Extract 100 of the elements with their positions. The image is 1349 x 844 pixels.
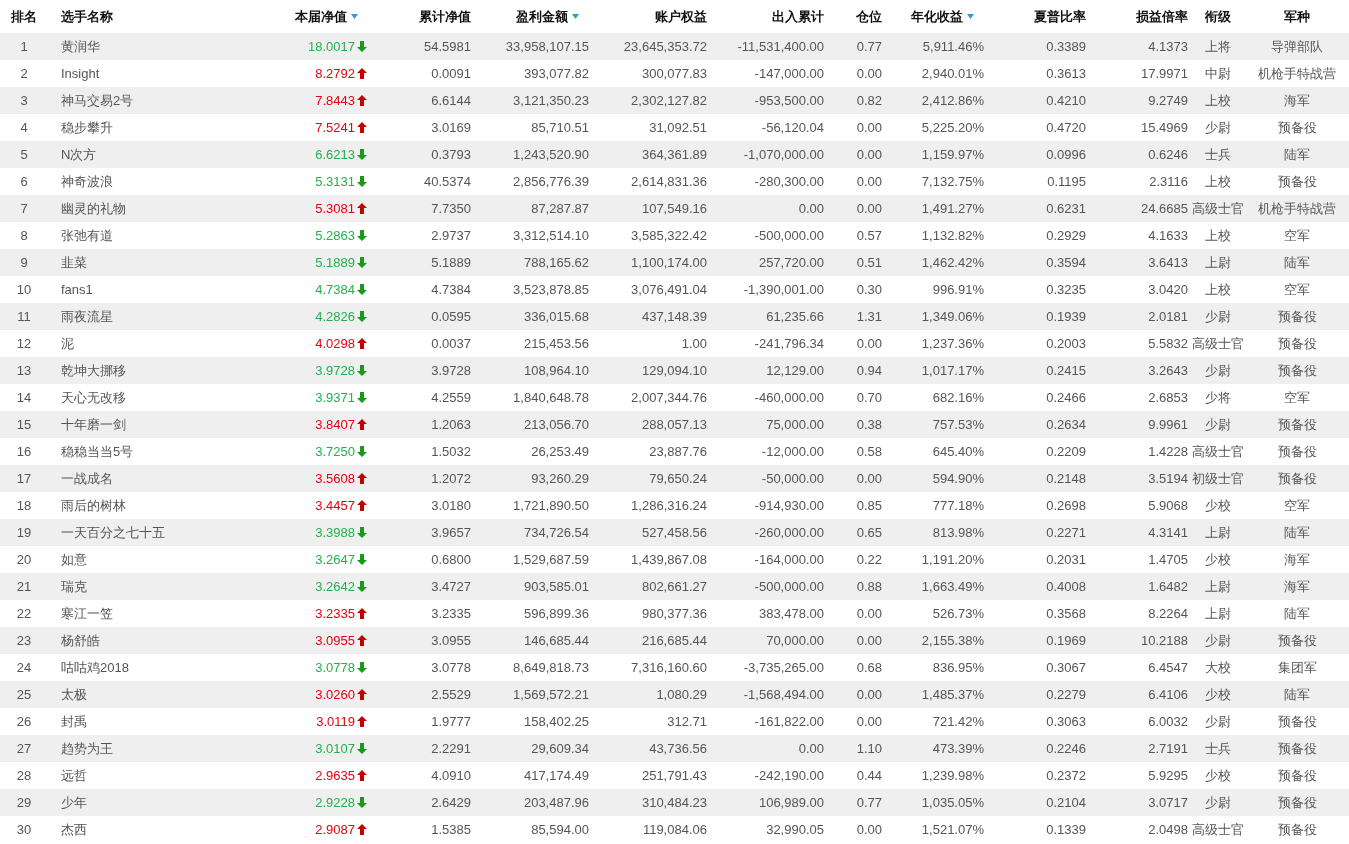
table-cell-text: 上校 [1204,91,1231,110]
column-header[interactable]: 本届净值 [295,6,347,27]
table-cell-text: -12,000.00 [761,442,824,461]
table-cell-text: 4.0910 [431,766,471,785]
table-cell-text: 215,453.56 [523,334,589,353]
table-cell-text: 5.3131 [315,172,355,191]
table-cell-text: 预备役 [1277,766,1317,785]
table-cell-text: 1,286,316.24 [631,496,707,515]
table-cell-text: -50,000.00 [761,469,824,488]
table-cell-text: 26,253.49 [531,442,589,461]
column-header: 累计净值 [419,7,471,26]
table-cell-text: 2.9228 [315,793,355,812]
table-cell-text: 903,585.01 [523,577,589,596]
table-cell-text: 383,478.00 [758,604,824,623]
table-cell-text: 0.00 [856,145,882,164]
table-cell-text: 594.90% [932,469,984,488]
sort-triangle-icon[interactable] [351,14,358,19]
table-cell-text: 2.0181 [1148,307,1188,326]
table-cell-text: 5.3081 [315,199,355,218]
table-cell-text: 3.0955 [315,631,355,650]
table-cell-text: 3,523,878.85 [513,280,589,299]
table-cell-text: 雨后的树林 [61,496,126,515]
up-arrow-icon [356,634,368,647]
table-cell-text: 7.7350 [431,199,471,218]
table-cell-text: 2.3116 [1149,172,1188,191]
table-cell-text: 0.88 [856,577,882,596]
table-cell-text: 预备役 [1277,712,1317,731]
table-cell-text: 0.1939 [1046,307,1086,326]
table-cell-text: 3.5608 [315,469,355,488]
table-cell-text: -280,300.00 [754,172,824,191]
table-cell-text: 28 [16,766,32,785]
table-cell-text: 0.6246 [1148,145,1188,164]
table-cell-text: 2.6429 [431,793,471,812]
down-arrow-icon [356,310,368,323]
table-cell-text: 导弹部队 [1271,37,1323,56]
table-cell-text: 1.9777 [431,712,471,731]
table-cell-text: 0.00 [856,469,882,488]
table-cell-text: 3.0260 [315,685,355,704]
column-header[interactable]: 年化收益 [911,6,963,27]
table-cell-text: 一战成名 [61,469,113,488]
table-cell-text: 8.2264 [1148,604,1188,623]
down-arrow-icon [356,445,368,458]
table-cell-text: 54.5981 [424,37,471,56]
table-cell-text: 813.98% [932,523,984,542]
table-cell-text: 如意 [61,550,87,569]
table-cell-text: 上尉 [1204,523,1231,542]
table-cell-text: 288,057.13 [641,415,707,434]
table-cell-text: 0.0037 [431,334,471,353]
table-cell-text: 乾坤大挪移 [61,361,126,380]
table-cell-text: 高级士官 [1191,820,1244,839]
table-cell-text: 336,015.68 [523,307,589,326]
table-cell-text: 远哲 [61,766,87,785]
table-cell-text: 61,235.66 [766,307,824,326]
table-cell-text: fans1 [61,280,93,299]
table-cell-text: 陆军 [1284,253,1310,272]
table-cell-text: 少尉 [1204,793,1231,812]
table-cell-text: 3.0180 [431,496,471,515]
table-cell-text: 75,000.00 [766,415,824,434]
table-cell-text: 雨夜流星 [61,307,113,326]
table-cell-text: 9.2749 [1148,91,1188,110]
table-cell-text: 1,439,867.08 [631,550,707,569]
table-cell-text: 0.94 [856,361,882,380]
table-cell-text: 13 [16,361,32,380]
table-cell-text: 0.00 [856,172,882,191]
table-cell-text: 少尉 [1204,631,1231,650]
table-cell-text: -500,000.00 [754,226,824,245]
column-header: 军种 [1284,7,1310,26]
table-cell-text: 7,132.75% [921,172,984,191]
sort-triangle-icon[interactable] [967,14,974,19]
table-cell-text: 0.82 [856,91,882,110]
table-cell-text: 777.18% [932,496,984,515]
table-cell-text: 437,148.39 [641,307,707,326]
table-cell-text: 7 [20,199,28,218]
table-cell-text: -56,120.04 [761,118,824,137]
table-cell-text: 黄润华 [61,37,100,56]
table-cell-text: 93,260.29 [531,469,589,488]
table-cell-text: 0.2372 [1046,766,1086,785]
sort-triangle-icon[interactable] [572,14,579,19]
table-cell-text: 106,989.00 [758,793,824,812]
table-cell-text: 少校 [1204,766,1231,785]
table-cell-text: 216,685.44 [641,631,707,650]
table-cell-text: 0.4008 [1046,577,1086,596]
table-cell-text: 海军 [1284,577,1310,596]
table-cell-text: 预备役 [1277,172,1317,191]
table-cell-text: 3.2335 [431,604,471,623]
table-cell-text: 杨舒皓 [61,631,100,650]
table-cell-text: 5,911.46% [922,37,984,56]
table-cell-text: 4.2826 [315,307,355,326]
column-header[interactable]: 盈利金额 [516,6,568,27]
table-cell-text: 3.0778 [431,658,471,677]
table-cell-text: 3,312,514.10 [513,226,589,245]
table-cell-text: Insight [61,64,100,83]
table-cell-text: 0.2104 [1046,793,1086,812]
table-cell-text: 预备役 [1277,469,1317,488]
table-cell-text: 3,121,350.23 [513,91,589,110]
table-cell-text: 0.2031 [1046,550,1086,569]
table-cell-text: 5.1889 [431,253,471,272]
table-cell-text: 0.6231 [1046,199,1086,218]
table-cell-text: 1.2063 [431,415,471,434]
table-cell-text: 15 [16,415,32,434]
